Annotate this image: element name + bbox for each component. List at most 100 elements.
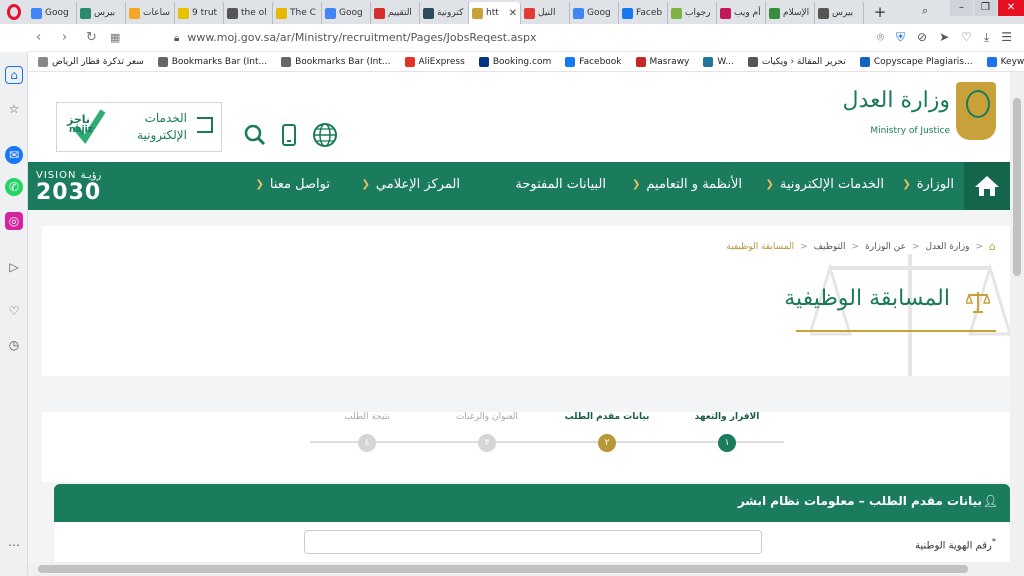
bookmark-item[interactable]: W... — [703, 56, 734, 67]
close-tab-icon[interactable]: ✕ — [509, 8, 517, 19]
adblock-icon[interactable]: ⊘ — [917, 30, 927, 45]
browser-tab[interactable]: htt ✕ — [469, 2, 521, 24]
reload-icon[interactable]: ↻ — [86, 30, 97, 45]
browser-tab[interactable]: بيرس — [77, 2, 126, 24]
forward-icon[interactable]: › — [62, 30, 67, 45]
camera-icon[interactable]: ⌾ — [877, 30, 884, 45]
home-icon[interactable]: ⌂ — [5, 66, 23, 84]
more-icon[interactable]: ⋯ — [5, 536, 23, 554]
scroll-thumb[interactable] — [1013, 98, 1021, 276]
nav-label: الخدمات الإلكترونية — [779, 177, 884, 192]
browser-tab[interactable]: ساعات — [126, 2, 175, 24]
flow-send-icon[interactable]: ▷ — [5, 258, 23, 276]
bookmark-label: KeywordPro • Free... — [1000, 56, 1024, 67]
breadcrumb-item[interactable]: وزارة العدل — [926, 242, 970, 252]
bookmark-item[interactable]: Bookmarks Bar (Int... — [157, 56, 267, 67]
minimize-button[interactable]: – — [950, 0, 973, 16]
national-id-input[interactable] — [304, 530, 762, 554]
breadcrumb-item[interactable]: عن الوزارة — [865, 242, 906, 252]
mobile-icon[interactable] — [282, 124, 296, 146]
moj-logo[interactable]: وزارة العدل Ministry of Justice — [843, 82, 996, 148]
nav-media-center[interactable]: ❯ المركز الإعلامي — [362, 177, 460, 192]
search-icon[interactable] — [244, 124, 266, 146]
tab-strip: Goog بيرس ساعات 9 trut the ol The C Goog التقيي… — [0, 0, 1024, 24]
horizontal-scrollbar[interactable] — [28, 562, 1010, 576]
browser-tab[interactable]: الإسلام — [766, 2, 815, 24]
opera-sidebar: ⌂ ☆ ✉ ✆ ◎ ▷ ♡ ◷ ⋯ — [0, 52, 28, 576]
breadcrumb: ⌂ < وزارة العدل < عن الوزارة < التوظيف <… — [726, 240, 996, 253]
vpn-shield-icon[interactable]: ⛨ — [896, 30, 905, 45]
browser-tab[interactable]: Goog — [322, 2, 371, 24]
nav-eservices[interactable]: ❯ الخدمات الإلكترونية — [765, 177, 884, 192]
browser-tab[interactable]: Goog — [570, 2, 619, 24]
nav-home-button[interactable] — [964, 162, 1010, 210]
browser-tab[interactable]: the ol — [224, 2, 273, 24]
tab-search-icon[interactable]: ⌕ — [922, 4, 936, 18]
nav-contact[interactable]: ❯ تواصل معنا — [256, 177, 330, 192]
logo-arabic: وزارة العدل — [842, 88, 950, 113]
browser-tab[interactable]: Goog — [28, 2, 77, 24]
bookmark-item[interactable]: KeywordPro • Free... — [986, 56, 1024, 67]
bookmark-item[interactable]: تحرير المقالة ‹ ويكيات — [747, 56, 846, 67]
tab-title: Goog — [45, 8, 69, 18]
step-number: ٤ — [358, 434, 376, 452]
main-nav: ❯ الوزارة ❯ الخدمات الإلكترونية ❯ الأنظمة و… — [28, 162, 1010, 210]
browser-tab[interactable]: التقييم — [371, 2, 420, 24]
browser-tab[interactable]: The C — [273, 2, 322, 24]
send-icon[interactable]: ➤ — [939, 30, 949, 45]
messenger-icon[interactable]: ✉ — [5, 146, 23, 164]
history-icon[interactable]: ◷ — [5, 336, 23, 354]
bookmark-label: Bookmarks Bar (Int... — [295, 56, 391, 67]
browser-tab[interactable]: بيرس — [815, 2, 864, 24]
house-icon — [975, 176, 999, 196]
keywordpro-icon — [986, 56, 997, 67]
chevron-down-icon: ❯ — [902, 179, 911, 190]
menu-icon[interactable]: ☰ — [1001, 30, 1012, 45]
step-2: بيانات مقدم الطلب ٢ — [562, 412, 652, 452]
page-icon — [80, 7, 91, 19]
opera-menu-button[interactable] — [0, 0, 28, 24]
whatsapp-icon[interactable]: ✆ — [5, 178, 23, 196]
breadcrumb-home-icon[interactable]: ⌂ — [989, 240, 996, 253]
back-icon[interactable]: ‹ — [36, 30, 41, 45]
vision-2030-logo[interactable]: VISION رؤيـة 2030 — [36, 170, 116, 206]
browser-tab[interactable]: 9 trut — [175, 2, 224, 24]
vertical-scrollbar[interactable] — [1010, 72, 1024, 576]
browser-tab[interactable]: Faceb — [619, 2, 668, 24]
window-controls: – ❐ ✕ — [950, 0, 1024, 16]
heart-icon[interactable]: ♡ — [5, 302, 23, 320]
maximize-button[interactable]: ❐ — [974, 0, 997, 16]
scroll-thumb[interactable] — [38, 565, 968, 573]
najiz-eservices-link[interactable]: ناجز najiz الخدمات الإلكترونية — [56, 102, 222, 152]
nav-open-data[interactable]: البيانات المفتوحة — [515, 177, 606, 192]
new-tab-button[interactable]: + — [872, 3, 888, 21]
bookmark-item[interactable]: Masrawy — [635, 56, 689, 67]
browser-tab[interactable]: النيل — [521, 2, 570, 24]
browser-tab[interactable]: رجواب — [668, 2, 717, 24]
nav-ministry[interactable]: ❯ الوزارة — [902, 177, 954, 192]
tab-title: بيرس — [94, 8, 116, 18]
instagram-icon[interactable]: ◎ — [5, 212, 23, 230]
moj-logo-icon — [472, 7, 483, 19]
browser-tab[interactable]: كترونية — [420, 2, 469, 24]
justice-scale-icon — [966, 292, 990, 313]
bookmark-label: AliExpress — [418, 56, 465, 67]
heart-icon[interactable]: ♡ — [961, 30, 972, 45]
url-field[interactable]: 🔒︎ www.moj.gov.sa/ar/Ministry/recruitment… — [174, 31, 537, 44]
breadcrumb-item[interactable]: التوظيف — [814, 242, 846, 252]
window-close-button[interactable]: ✕ — [998, 0, 1024, 16]
bookmark-item[interactable]: Facebook — [565, 56, 622, 67]
globe-icon[interactable] — [312, 122, 338, 148]
speed-dial-icon[interactable]: ▦ — [110, 31, 120, 44]
bookmark-item[interactable]: Copyscape Plagiaris... — [859, 56, 973, 67]
download-icon[interactable]: ⤓ — [984, 30, 989, 45]
bookmark-item[interactable]: سعر تذكرة قطار الرياض — [38, 56, 144, 67]
step-label: بيانات مقدم الطلب — [564, 412, 650, 422]
bookmark-item[interactable]: AliExpress — [404, 56, 465, 67]
nav-regulations[interactable]: ❯ الأنظمة و التعاميم — [632, 177, 742, 192]
bookmark-item[interactable]: Booking.com — [478, 56, 551, 67]
browser-tab[interactable]: أم ويب — [717, 2, 766, 24]
tab-title: the ol — [241, 8, 267, 18]
bookmark-item[interactable]: Bookmarks Bar (Int... — [281, 56, 391, 67]
star-icon[interactable]: ☆ — [5, 100, 23, 118]
